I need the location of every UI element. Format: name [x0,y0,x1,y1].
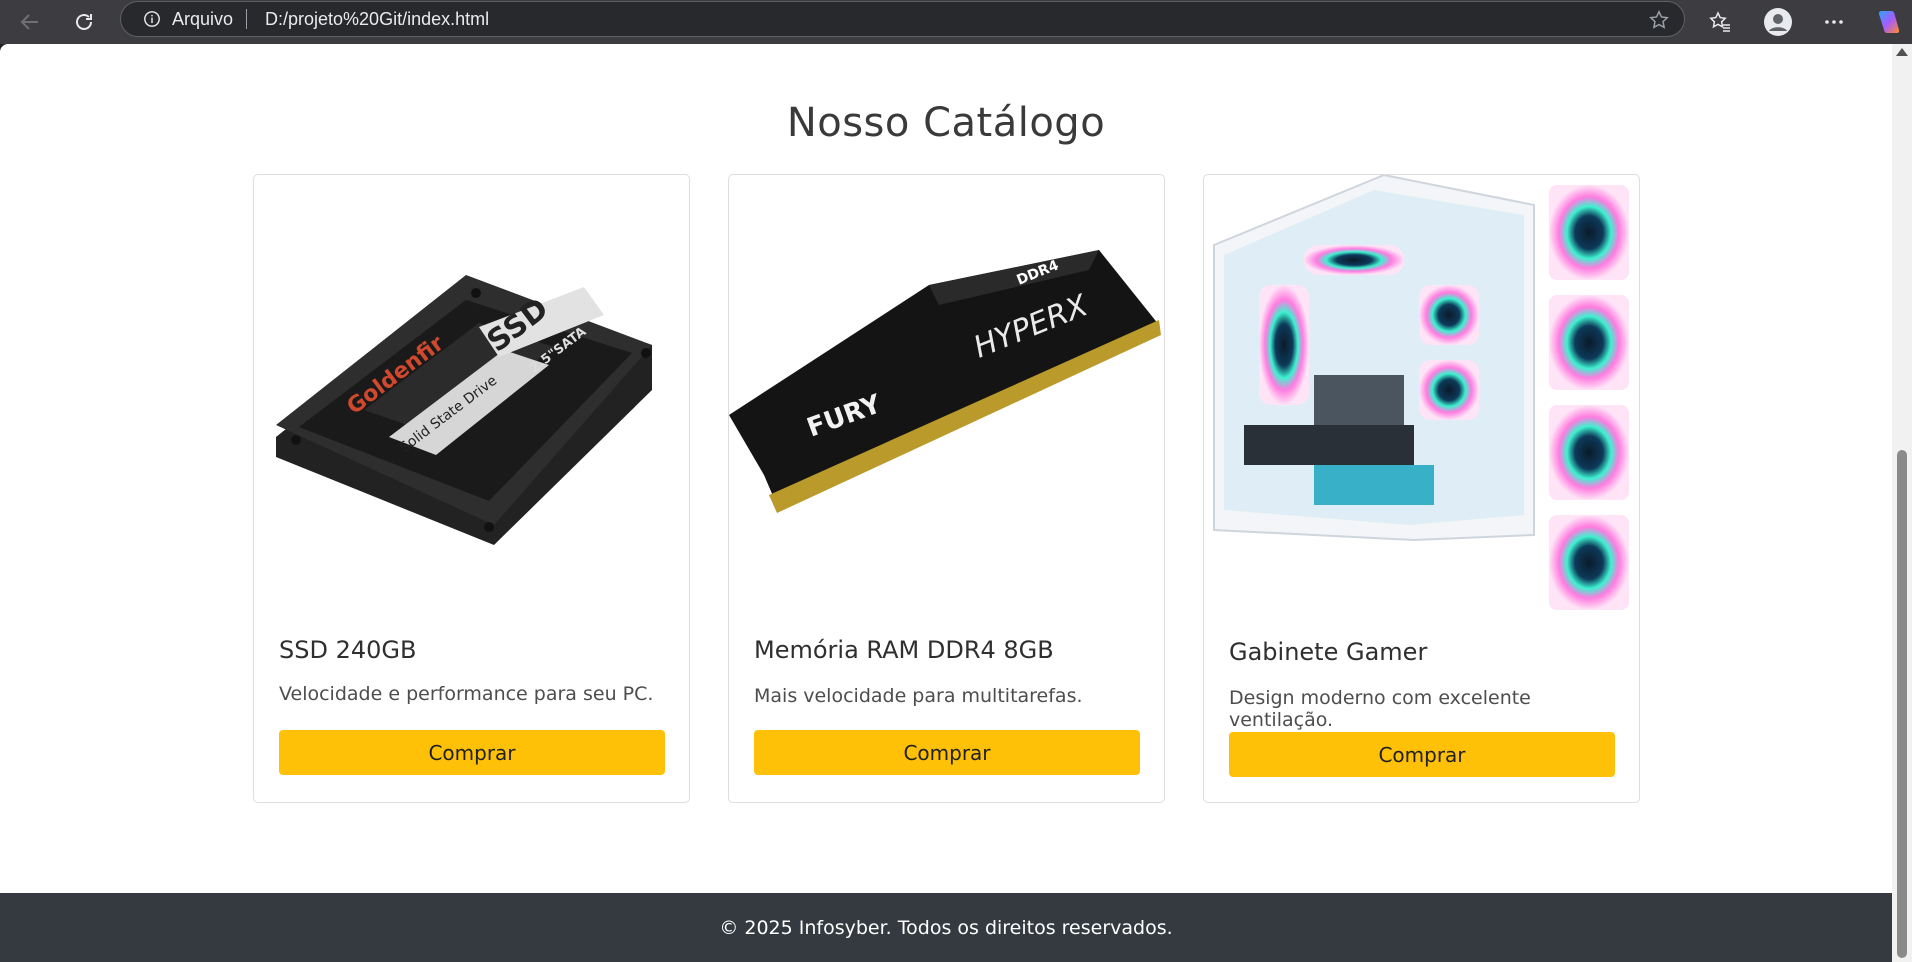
scroll-thumb[interactable] [1897,450,1907,958]
product-card: Goldenfir Solid State Drive SSD 2.5"SATA… [253,174,690,803]
star-icon[interactable] [1648,9,1670,31]
ram-image: FURY HYPERX DDR4 [729,175,1164,610]
profile-icon[interactable] [1760,4,1796,40]
pc-case-image [1204,175,1639,610]
product-card: FURY HYPERX DDR4 Memória RAM DDR4 8GB Ma… [728,174,1165,803]
buy-button[interactable]: Comprar [754,730,1140,775]
more-icon[interactable] [1816,4,1852,40]
page-title: Nosso Catálogo [786,100,1106,146]
product-name: SSD 240GB [279,636,417,664]
product-card: Gabinete Gamer Design moderno com excele… [1203,174,1640,803]
reload-icon[interactable] [66,4,102,40]
product-description: Design moderno com excelente ventilação. [1229,687,1531,731]
product-name: Memória RAM DDR4 8GB [754,636,1054,664]
browser-toolbar: Arquivo D:/projeto%20Git/index.html [0,0,1912,44]
product-name: Gabinete Gamer [1229,638,1428,666]
vertical-scrollbar[interactable] [1892,44,1912,962]
product-description: Mais velocidade para multitarefas. [754,685,1083,707]
favorites-icon[interactable] [1702,4,1738,40]
scroll-up-arrow-icon[interactable] [1896,48,1908,56]
buy-button[interactable]: Comprar [279,730,665,775]
origin-label: Arquivo [172,9,234,29]
product-description: Velocidade e performance para seu PC. [279,683,654,705]
buy-button[interactable]: Comprar [1229,732,1615,777]
info-icon[interactable] [143,10,161,28]
omnibox-divider [246,9,247,29]
site-footer: © 2025 Infosyber. Todos os direitos rese… [0,893,1892,962]
back-icon[interactable] [12,4,48,40]
footer-text: © 2025 Infosyber. Todos os direitos rese… [719,916,1173,939]
address-bar[interactable]: Arquivo D:/projeto%20Git/index.html [120,1,1685,37]
url-text[interactable]: D:/projeto%20Git/index.html [265,9,489,30]
copilot-icon[interactable] [1870,4,1906,40]
ssd-image: Goldenfir Solid State Drive SSD 2.5"SATA [254,175,689,610]
page-viewport: Nosso Catálogo Goldenfir Solid State Dri… [0,44,1892,962]
